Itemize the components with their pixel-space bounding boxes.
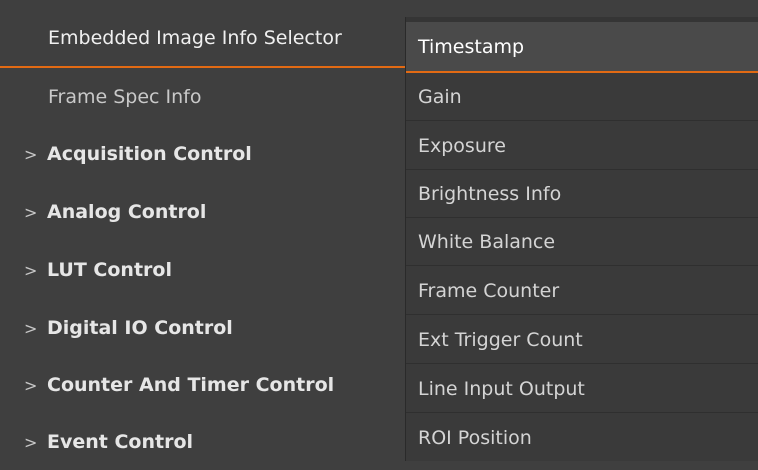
group-acquisition-control[interactable]: > Acquisition Control bbox=[0, 126, 410, 182]
properties-panel: Embedded Image Info Selector Frame Spec … bbox=[0, 0, 758, 461]
expand-chevron-icon[interactable]: > bbox=[24, 376, 38, 395]
group-label: LUT Control bbox=[47, 259, 172, 281]
expand-chevron-icon[interactable]: > bbox=[24, 433, 38, 452]
option-line-input-output[interactable]: Line Input Output bbox=[406, 365, 758, 413]
option-brightness-info[interactable]: Brightness Info bbox=[406, 171, 758, 218]
group-label: Digital IO Control bbox=[47, 317, 233, 339]
group-label: Analog Control bbox=[47, 201, 207, 223]
option-gain[interactable]: Gain bbox=[406, 74, 758, 121]
group-label: Acquisition Control bbox=[47, 143, 252, 165]
expand-chevron-icon[interactable]: > bbox=[24, 145, 38, 164]
group-lut-control[interactable]: > LUT Control bbox=[0, 242, 410, 298]
expand-chevron-icon[interactable]: > bbox=[24, 261, 38, 280]
embedded-image-info-selector-label: Embedded Image Info Selector bbox=[48, 27, 342, 49]
group-label: Counter And Timer Control bbox=[47, 374, 335, 396]
expand-chevron-icon[interactable]: > bbox=[24, 319, 38, 338]
embedded-image-info-selector-row[interactable]: Embedded Image Info Selector bbox=[0, 10, 410, 68]
group-counter-and-timer-control[interactable]: > Counter And Timer Control bbox=[0, 357, 410, 413]
embedded-image-info-dropdown-list[interactable]: Timestamp Gain Exposure Brightness Info … bbox=[405, 17, 758, 461]
option-roi-position[interactable]: ROI Position bbox=[406, 414, 758, 461]
expand-chevron-icon[interactable]: > bbox=[24, 203, 38, 222]
option-white-balance[interactable]: White Balance bbox=[406, 219, 758, 266]
option-exposure[interactable]: Exposure bbox=[406, 122, 758, 170]
group-event-control[interactable]: > Event Control bbox=[0, 414, 410, 470]
frame-spec-info-label: Frame Spec Info bbox=[48, 86, 202, 108]
option-timestamp[interactable]: Timestamp bbox=[406, 22, 758, 73]
group-digital-io-control[interactable]: > Digital IO Control bbox=[0, 300, 410, 356]
option-frame-counter[interactable]: Frame Counter bbox=[406, 267, 758, 315]
frame-spec-info-row[interactable]: Frame Spec Info bbox=[0, 69, 410, 125]
group-label: Event Control bbox=[47, 431, 194, 453]
option-ext-trigger-count[interactable]: Ext Trigger Count bbox=[406, 316, 758, 364]
group-analog-control[interactable]: > Analog Control bbox=[0, 184, 410, 240]
